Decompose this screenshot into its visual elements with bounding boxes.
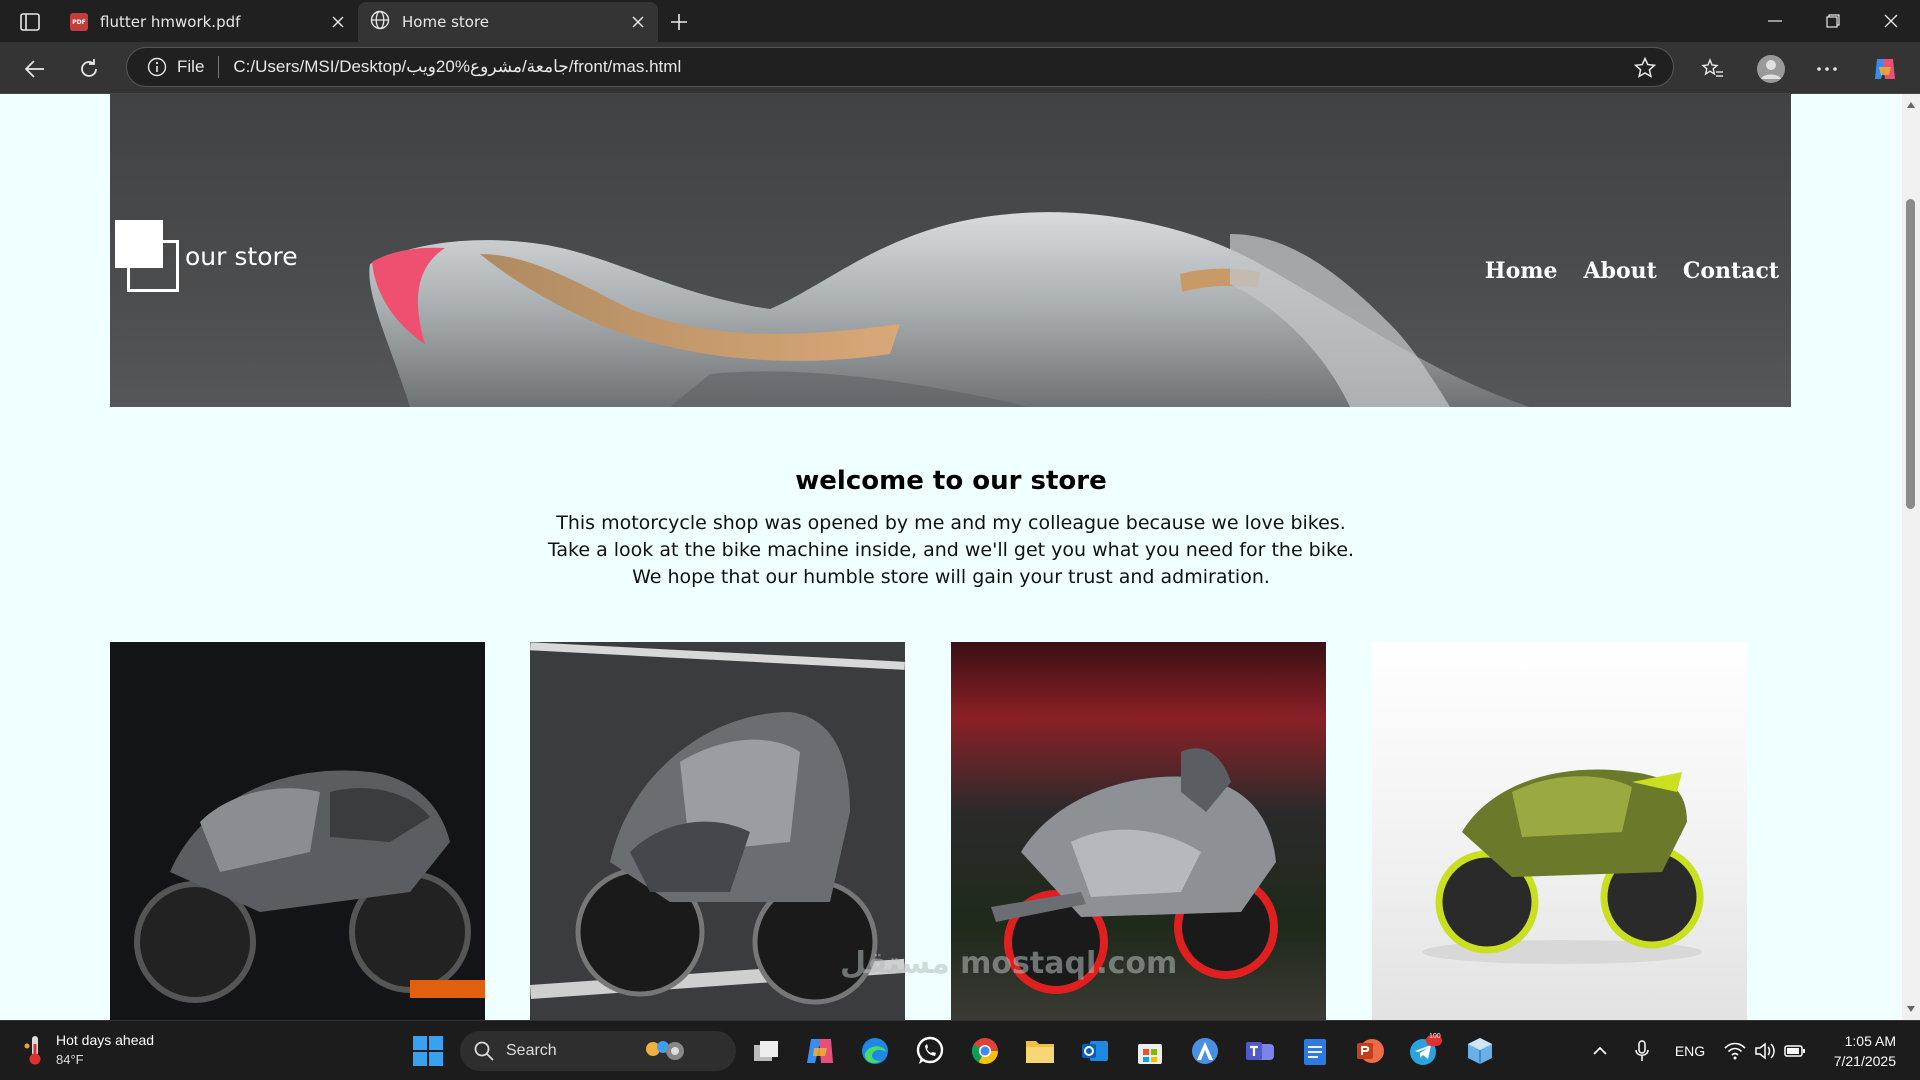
tab-actions-icon[interactable] — [14, 9, 46, 35]
tab-title: Home store — [402, 13, 490, 31]
url-text[interactable]: C:/Users/MSI/Desktop/جامعة/مشروع%20ويب/f… — [233, 57, 681, 77]
clock-date: 7/21/2025 — [1833, 1053, 1896, 1069]
welcome-line: Take a look at the bike machine inside, … — [547, 539, 1355, 561]
pdf-icon: PDF — [70, 13, 88, 31]
system-clock[interactable]: 1:05 AM 7/21/2025 — [1834, 1031, 1896, 1071]
logo-text[interactable]: our store — [185, 242, 298, 271]
info-icon — [147, 57, 167, 77]
tab-title: flutter hmwork.pdf — [100, 13, 241, 31]
copilot-icon[interactable] — [1868, 52, 1902, 86]
language-indicator[interactable]: ENG — [1670, 1035, 1710, 1067]
scrollbar-thumb[interactable] — [1906, 199, 1915, 509]
new-tab-button[interactable] — [664, 8, 694, 36]
reload-button[interactable] — [72, 52, 106, 86]
restore-button[interactable] — [1810, 6, 1856, 36]
teams-icon[interactable] — [1242, 1033, 1278, 1069]
wifi-icon[interactable] — [1722, 1035, 1748, 1067]
notification-badge: 100 — [1429, 1033, 1441, 1040]
welcome-description: This motorcycle shop was opened by me an… — [0, 510, 1902, 591]
windows-taskbar: Hot days ahead 84°F Search 100 ENG 1:05 … — [0, 1020, 1920, 1080]
nav-contact-link[interactable]: Contact — [1683, 258, 1779, 284]
favorites-icon[interactable] — [1696, 52, 1730, 86]
tab-flutter-pdf[interactable]: PDF flutter hmwork.pdf — [58, 2, 358, 42]
scheme-label: File — [177, 57, 205, 76]
page-viewport: our store Home About Contact welcome to … — [0, 94, 1902, 1020]
profile-avatar-icon[interactable] — [1754, 52, 1788, 86]
more-menu-icon[interactable] — [1810, 52, 1844, 86]
weather-temp: 84°F — [56, 1052, 84, 1067]
tab-home-store[interactable]: Home store — [358, 2, 658, 42]
virtualbox-icon[interactable] — [1462, 1033, 1498, 1069]
microphone-icon[interactable] — [1630, 1035, 1654, 1067]
volume-icon[interactable] — [1752, 1035, 1778, 1067]
search-icon — [474, 1041, 494, 1061]
whatsapp-icon[interactable] — [912, 1033, 948, 1069]
hero-motorcycle-image — [369, 212, 1530, 407]
store-logo-icon[interactable] — [115, 220, 179, 292]
taskbar-search-box[interactable]: Search — [460, 1031, 736, 1071]
battery-icon[interactable] — [1782, 1035, 1808, 1067]
thermometer-icon — [24, 1036, 41, 1065]
notepad-icon[interactable] — [1297, 1033, 1333, 1069]
copilot-app-icon[interactable] — [802, 1033, 838, 1069]
site-info-button[interactable]: File — [147, 57, 204, 77]
browser-tab-bar: PDF flutter hmwork.pdf Home store — [0, 0, 1920, 42]
edge-browser-icon[interactable] — [857, 1033, 893, 1069]
file-explorer-icon[interactable] — [1022, 1033, 1058, 1069]
address-bar[interactable]: File C:/Users/MSI/Desktop/جامعة/مشروع%20… — [126, 47, 1674, 87]
browser-toolbar: File C:/Users/MSI/Desktop/جامعة/مشروع%20… — [0, 42, 1920, 94]
nav-about-link[interactable]: About — [1584, 258, 1657, 284]
weather-widget[interactable]: Hot days ahead 84°F — [24, 1031, 154, 1069]
main-nav: Home About Contact — [1485, 258, 1779, 284]
scroll-down-arrow-icon[interactable] — [1906, 1004, 1916, 1014]
microsoft-store-icon[interactable] — [1132, 1033, 1168, 1069]
favorite-star-icon[interactable] — [1633, 56, 1657, 80]
close-window-button[interactable] — [1868, 6, 1914, 36]
show-hidden-icons-chevron-icon[interactable] — [1588, 1035, 1612, 1067]
nav-home-link[interactable]: Home — [1485, 258, 1558, 284]
powerpoint-icon[interactable] — [1352, 1033, 1388, 1069]
telegram-icon[interactable]: 100 — [1407, 1033, 1443, 1069]
page-scrollbar[interactable] — [1902, 94, 1920, 1020]
welcome-title: welcome to our store — [795, 466, 1107, 496]
clock-time: 1:05 AM — [1844, 1033, 1896, 1049]
hero-header: our store Home About Contact — [110, 94, 1791, 407]
windows-start-icon[interactable] — [412, 1035, 444, 1067]
outlook-icon[interactable] — [1077, 1033, 1113, 1069]
search-label: Search — [506, 1042, 557, 1059]
welcome-line: We hope that our humble store will gain … — [632, 566, 1270, 588]
address-divider — [218, 56, 220, 78]
task-view-icon[interactable] — [748, 1033, 784, 1069]
weather-title: Hot days ahead — [56, 1032, 155, 1048]
welcome-line: This motorcycle shop was opened by me an… — [556, 512, 1346, 534]
watermark-text: مستقل mostaql.com — [840, 946, 1178, 981]
minimize-button[interactable] — [1752, 6, 1798, 36]
android-studio-icon[interactable] — [1187, 1033, 1223, 1069]
gallery-image-black-sport-bike[interactable] — [110, 642, 485, 1020]
gallery-image-green-electric-bike[interactable] — [1372, 642, 1747, 1020]
close-icon[interactable] — [328, 12, 348, 32]
search-highlight-icon — [645, 1041, 684, 1060]
scroll-up-arrow-icon[interactable] — [1906, 100, 1916, 110]
chrome-icon[interactable] — [967, 1033, 1003, 1069]
globe-icon — [370, 10, 390, 34]
back-button[interactable] — [18, 52, 52, 86]
close-icon[interactable] — [628, 12, 648, 32]
